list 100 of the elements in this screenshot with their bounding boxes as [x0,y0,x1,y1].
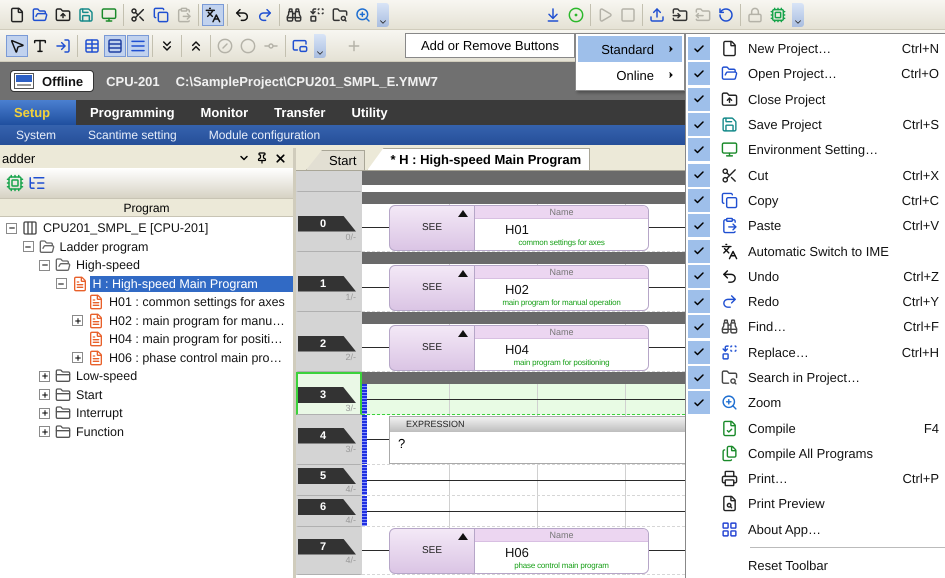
rung-number-cell[interactable]: 6 4/- [296,496,362,527]
check-cell[interactable] [688,290,710,314]
menu-item[interactable]: Replace… Ctrl+H [688,340,945,365]
app-logo-icon [14,73,34,89]
tree-item[interactable]: CPU201_SMPL_E [CPU-201] [40,220,212,236]
ribbon-tab[interactable]: Transfer [260,100,338,125]
tree-item[interactable]: H : High-speed Main Program [90,276,293,292]
see-block[interactable]: SEE Name H02 main program for manual operation [389,264,649,310]
chip-icon[interactable] [6,174,24,192]
command-link[interactable]: Scantime setting [72,128,193,142]
menu-item[interactable]: Save Project Ctrl+S [688,112,945,138]
pin-icon[interactable] [256,152,268,164]
folder-search-icon [332,6,348,22]
lines-icon [130,38,146,54]
menu-item[interactable]: Compile All Programs [688,440,945,466]
table-icon [84,38,100,54]
rung-number-cell[interactable]: 0 0/- [296,192,362,252]
menu-item[interactable]: Reset Toolbar [688,552,945,578]
ribbon-tab[interactable]: Setup [0,100,76,125]
menu-item[interactable]: New Project… Ctrl+N [688,36,945,62]
check-cell[interactable] [688,340,710,364]
save-icon [78,6,94,22]
check-cell[interactable] [688,315,710,338]
lines-button[interactable] [127,34,149,56]
tree-item[interactable]: H04 : main program for positi… [106,331,287,348]
menu-item[interactable]: Zoom [688,390,945,416]
rung-number-cell[interactable]: 1 1/- [296,252,362,312]
rung-number-cell[interactable]: 4 3/- [296,415,362,465]
rung-number-cell[interactable]: 3 3/- [296,372,362,415]
check-cell[interactable] [688,113,710,136]
menu-item[interactable]: Environment Setting… [688,137,945,162]
menu-item[interactable]: Cut Ctrl+X [688,162,945,188]
pointer-button[interactable] [6,34,28,56]
command-link[interactable]: Module configuration [192,128,336,142]
check-cell[interactable] [688,188,710,212]
menu-item[interactable]: Undo Ctrl+Z [688,264,945,289]
menu-item[interactable]: Paste Ctrl+V [688,213,945,238]
menu-item[interactable]: Print Preview [688,491,945,517]
tree-item[interactable]: Start [73,386,106,403]
menu-item[interactable]: Close Project [688,86,945,112]
check-cell[interactable] [688,240,710,263]
command-link[interactable]: System [0,128,72,142]
check-cell[interactable] [688,214,710,238]
tree-item[interactable]: Function [73,424,128,440]
check-cell[interactable] [688,164,710,187]
tree-toggle[interactable] [56,278,66,290]
rung-number-cell[interactable]: 7 4/- [296,527,362,575]
check-cell[interactable] [688,88,710,111]
tree-item[interactable]: High-speed [73,257,144,274]
see-block[interactable]: SEE Name H04 main program for positioning [389,324,649,370]
submenu-item[interactable]: Online [578,62,682,88]
check-cell[interactable] [688,62,710,86]
check-cell[interactable] [688,391,710,414]
submenu-item[interactable]: Standard [578,36,682,62]
close-icon[interactable] [274,152,287,164]
tree-item[interactable]: Interrupt [73,405,127,422]
rung-number-cell[interactable]: 5 4/- [296,465,362,496]
list-tree-icon[interactable] [28,174,46,192]
copy-icon [720,192,738,209]
tree-item[interactable]: Ladder program [56,238,152,255]
editor-tab[interactable]: Start [306,150,366,170]
save-icon [720,116,738,134]
rung-number-cell[interactable]: 2 2/- [296,312,362,372]
see-block[interactable]: SEE Name H06 phase control main program [389,528,649,574]
tree-toggle[interactable] [39,260,50,271]
rows-button[interactable] [104,34,126,56]
tree-toggle[interactable] [39,389,50,400]
replace-icon [720,344,738,361]
tree-toggle[interactable] [72,315,83,326]
file-check-icon [720,420,738,437]
tree-toggle[interactable] [39,370,50,382]
tree-toggle[interactable] [72,352,83,364]
tree-item[interactable]: Low-speed [73,368,142,384]
editor-tab[interactable]: * H : High-speed Main Program [367,148,590,170]
tree-toggle[interactable] [39,408,50,419]
ribbon-tab[interactable]: Monitor [186,100,260,125]
menu-item[interactable]: Open Project… Ctrl+O [688,61,945,87]
ribbon-tab[interactable]: Utility [337,100,400,125]
check-icon [693,320,705,333]
see-block[interactable]: SEE Name H01 common settings for axes [389,204,649,250]
check-cell[interactable] [688,37,710,60]
tree-item[interactable]: H02 : main program for manu… [106,312,289,329]
ribbon-tab[interactable]: Programming [76,100,187,125]
check-cell[interactable] [688,366,710,389]
check-cell[interactable] [688,264,710,288]
check-cell[interactable] [688,138,710,162]
add-remove-buttons-item[interactable]: Add or Remove Buttons [405,33,575,58]
undo-icon [234,6,250,22]
menu-item[interactable]: Redo Ctrl+Y [688,288,945,314]
triangle-up-icon [458,210,468,216]
step-label: 0/- [345,232,356,242]
tree-toggle[interactable] [39,426,50,438]
tree-item[interactable]: H01 : common settings for axes [106,294,289,310]
tree-toggle[interactable] [22,241,34,252]
tree-item[interactable]: H06 : phase control main pro… [106,350,286,366]
tree-toggle[interactable] [6,222,17,234]
plus-icon [40,390,48,399]
menu-item[interactable]: Print… Ctrl+P [688,466,945,492]
binoculars-icon [286,6,302,22]
language-button[interactable] [202,4,224,26]
